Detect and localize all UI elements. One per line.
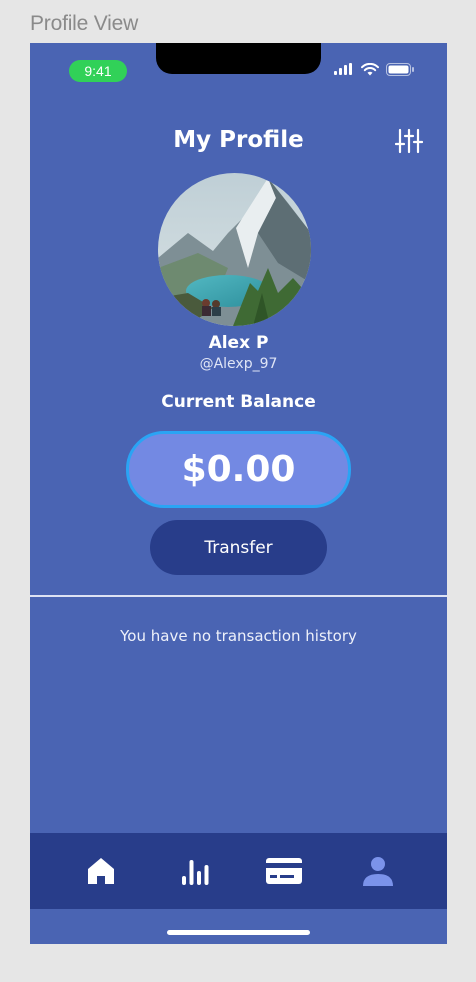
profile-handle: @Alexp_97: [199, 356, 278, 372]
tab-profile[interactable]: [348, 833, 408, 909]
balance-amount: $0.00: [126, 431, 351, 508]
battery-icon: [386, 62, 414, 76]
card-icon: [266, 858, 302, 884]
tab-cards[interactable]: [254, 833, 314, 909]
tab-stats[interactable]: [165, 833, 225, 909]
balance-label: Current Balance: [161, 392, 316, 412]
profile-name: Alex P: [208, 333, 269, 353]
phone-screen: 9:41 My Profile Alex P @Alexp_97 Current…: [30, 43, 447, 944]
empty-transactions-message: You have no transaction history: [120, 627, 357, 645]
notch: [156, 43, 321, 74]
status-icons: [334, 62, 415, 76]
avatar[interactable]: [158, 173, 311, 326]
chart-icon: [182, 860, 209, 885]
sliders-icon[interactable]: [394, 127, 424, 155]
status-time: 9:41: [69, 60, 127, 82]
tab-home[interactable]: [71, 833, 131, 909]
home-indicator: [167, 930, 310, 935]
signal-icon: [334, 63, 352, 75]
page-title: My Profile: [173, 127, 304, 153]
user-icon: [363, 857, 393, 886]
divider: [30, 595, 447, 597]
transfer-button[interactable]: Transfer: [150, 520, 327, 575]
home-icon: [88, 858, 114, 884]
wifi-icon: [361, 62, 379, 75]
frame-label: Profile View: [30, 12, 139, 35]
tab-bar: [30, 833, 447, 909]
